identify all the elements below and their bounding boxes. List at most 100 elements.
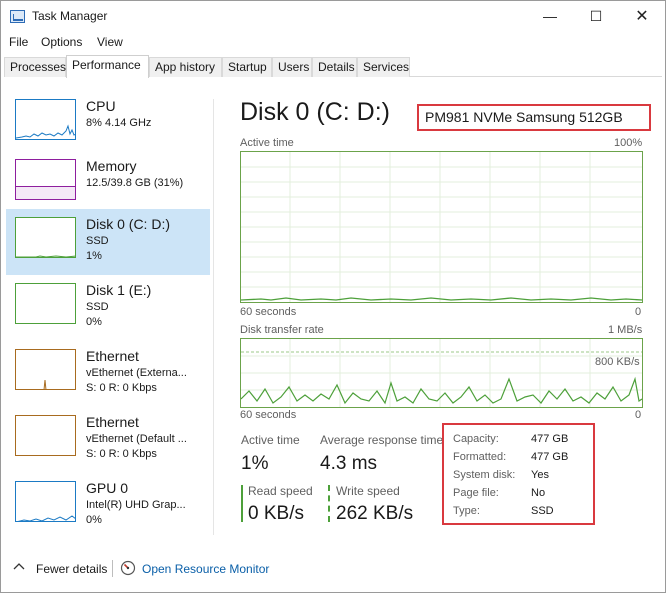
sidebar-detail: 0% [86,316,102,328]
tab-details[interactable]: Details [312,57,357,77]
transfer-rate-chart-min: 0 [635,409,642,421]
tab-app-history[interactable]: App history [149,57,222,77]
sidebar-detail: Intel(R) UHD Grap... [86,499,186,511]
read-speed-label: Read speed [248,484,313,498]
disk-1-mini-graph [15,283,76,324]
ethernet-mini-graph [15,415,76,456]
response-time-value: 4.3 ms [320,453,378,474]
sidebar-detail: S: 0 R: 0 Kbps [86,382,157,394]
chevron-up-icon[interactable] [12,560,26,574]
property-key: Capacity: [453,433,499,445]
disk-model: PM981 NVMe Samsung 512GB [425,109,623,125]
transfer-rate-chart-label: Disk transfer rate [240,324,324,336]
sidebar-title: Ethernet [86,348,139,364]
property-row: Capacity: 477 GB [453,433,593,449]
transfer-rate-chart [240,338,643,408]
gpu-mini-graph [15,481,76,522]
read-speed-value: 0 KB/s [248,503,304,524]
menu-options[interactable]: Options [41,35,82,49]
sidebar-item-ethernet-default[interactable]: Ethernet vEthernet (Default ... S: 0 R: … [6,407,210,473]
property-row: Page file: No [453,487,593,503]
tab-users[interactable]: Users [272,57,312,77]
response-time-label: Average response time [320,433,444,447]
sidebar-title: Disk 1 (E:) [86,282,152,298]
write-speed-label: Write speed [336,484,400,498]
property-key: Page file: [453,487,499,499]
maximize-button[interactable]: ☐ [573,1,619,32]
disk-properties-highlight: Capacity: 477 GB Formatted: 477 GB Syste… [442,423,595,525]
active-time-label: Active time [241,433,300,447]
window-title: Task Manager [32,9,108,23]
active-time-value: 1% [241,453,269,474]
active-time-chart [240,151,643,303]
sidebar-title: Ethernet [86,414,139,430]
sidebar-detail: vEthernet (Externa... [86,367,187,379]
sidebar-title: CPU [86,98,116,114]
sidebar-detail: vEthernet (Default ... [86,433,187,445]
property-value: 477 GB [531,451,569,463]
disk-0-mini-graph [15,217,76,258]
active-time-chart-timespan: 60 seconds [240,306,297,318]
resource-list: CPU 8% 4.14 GHz Memory 12.5/39.8 GB (31%… [6,91,211,541]
menu-view[interactable]: View [97,35,123,49]
footer-divider [112,560,113,577]
property-row: Formatted: 477 GB [453,451,593,467]
page-title: Disk 0 (C: D:) [240,98,390,126]
property-key: Type: [453,505,480,517]
panel-divider [213,99,214,535]
property-key: Formatted: [453,451,507,463]
tab-performance[interactable]: Performance [66,55,149,78]
property-row: System disk: Yes [453,469,593,485]
title-bar[interactable]: Task Manager — ☐ ✕ [1,1,665,32]
transfer-rate-chart-timespan: 60 seconds [240,409,297,421]
write-speed-value: 262 KB/s [336,503,414,524]
property-value: 477 GB [531,433,569,445]
sidebar-item-ethernet-external[interactable]: Ethernet vEthernet (Externa... S: 0 R: 0… [6,341,210,407]
menu-bar: File Options View [1,33,665,53]
tab-services[interactable]: Services [357,57,410,77]
sidebar-detail: 1% [86,250,102,262]
sidebar-detail: S: 0 R: 0 Kbps [86,448,157,460]
property-row: Type: SSD [453,505,593,521]
tab-processes[interactable]: Processes [4,57,66,77]
write-speed-indicator [328,485,330,522]
property-value: No [531,487,546,499]
sidebar-item-disk-0[interactable]: Disk 0 (C: D:) SSD 1% [6,209,210,275]
transfer-rate-chart-max: 1 MB/s [608,324,643,336]
menu-file[interactable]: File [9,35,28,49]
active-time-chart-max: 100% [614,137,643,149]
footer: Fewer details Open Resource Monitor [1,554,665,582]
sidebar-item-disk-1[interactable]: Disk 1 (E:) SSD 0% [6,275,210,341]
sidebar-title: GPU 0 [86,480,129,496]
cpu-mini-graph [15,99,76,140]
sidebar-item-cpu[interactable]: CPU 8% 4.14 GHz [6,91,210,157]
task-manager-icon [10,10,25,23]
fewer-details-link[interactable]: Fewer details [36,562,107,576]
ethernet-mini-graph [15,349,76,390]
open-resource-monitor-link[interactable]: Open Resource Monitor [142,562,269,576]
sidebar-detail: 12.5/39.8 GB (31%) [86,177,184,189]
property-value: SSD [531,505,554,517]
sidebar-detail: SSD [86,235,109,247]
active-time-chart-label: Active time [240,137,294,149]
sidebar-detail: 8% 4.14 GHz [86,117,152,129]
sidebar-title: Memory [86,158,137,174]
read-speed-indicator [241,485,243,522]
tab-bar: Processes Performance App history Startu… [4,55,662,78]
sidebar-item-memory[interactable]: Memory 12.5/39.8 GB (31%) [6,151,210,217]
sidebar-detail: SSD [86,301,109,313]
disk-model-highlight: PM981 NVMe Samsung 512GB [417,104,651,131]
sidebar-title: Disk 0 (C: D:) [86,216,170,232]
tab-startup[interactable]: Startup [222,57,272,77]
resource-monitor-icon[interactable] [120,560,136,576]
minimize-button[interactable]: — [527,1,573,32]
sidebar-item-gpu-0[interactable]: GPU 0 Intel(R) UHD Grap... 0% [6,473,210,539]
property-value: Yes [531,469,549,481]
memory-mini-graph [15,159,76,200]
property-key: System disk: [453,469,516,481]
transfer-rate-reference-mark: 800 KB/s [595,356,640,368]
task-manager-window: Task Manager — ☐ ✕ File Options View Pro… [0,0,666,593]
close-button[interactable]: ✕ [619,1,665,32]
active-time-chart-min: 0 [635,306,642,318]
sidebar-detail: 0% [86,514,102,526]
